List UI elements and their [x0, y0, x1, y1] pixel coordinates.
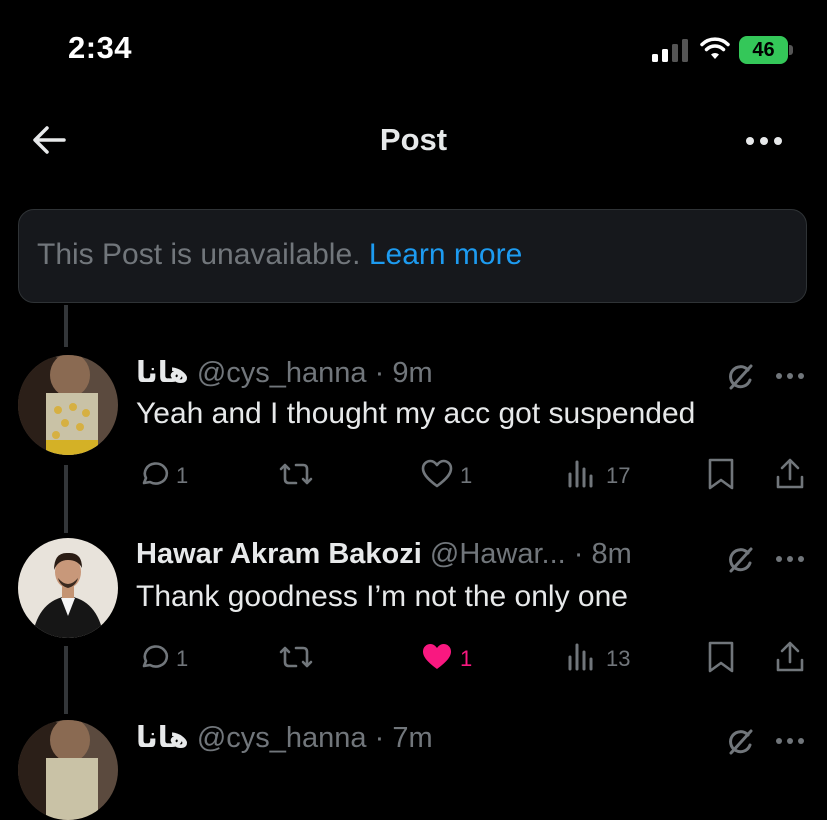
- views-icon: [568, 460, 593, 488]
- battery-level: 46: [739, 36, 788, 64]
- avatar[interactable]: [18, 355, 118, 455]
- tweet-text: Yeah and I thought my acc got suspended: [136, 397, 696, 430]
- views-icon: [568, 643, 593, 671]
- unavailable-notice-text: This Post is unavailable. Learn more: [37, 238, 522, 272]
- bookmark-icon: [708, 641, 734, 673]
- reply-tweet[interactable]: Hawar Akram Bakozi @Hawar... · 8m Thank …: [0, 538, 827, 718]
- grok-icon[interactable]: [724, 726, 756, 758]
- tweet-header: Hawar Akram Bakozi @Hawar... · 8m: [136, 538, 632, 571]
- repost-icon: [279, 463, 313, 485]
- unavailable-message: This Post is unavailable.: [37, 238, 361, 271]
- tweet-text: Thank goodness I’m not the only one: [136, 580, 628, 613]
- top-nav: Post: [0, 100, 827, 180]
- more-options-icon[interactable]: [744, 124, 784, 158]
- status-time: 2:34: [68, 30, 133, 65]
- username[interactable]: @cys_hanna: [197, 357, 367, 389]
- reply-count: 1: [176, 463, 189, 488]
- reply-icon: [142, 462, 169, 485]
- cellular-signal-icon: [652, 38, 692, 62]
- tweet-actions: 1 1 13: [0, 640, 827, 674]
- avatar[interactable]: [18, 720, 118, 820]
- separator-dot: ·: [366, 357, 393, 389]
- page-title: Post: [379, 122, 448, 157]
- like-count: 1: [460, 646, 473, 671]
- separator-dot: ·: [366, 722, 393, 754]
- like-count: 1: [460, 463, 473, 488]
- tweet-more-icon[interactable]: [774, 734, 806, 748]
- reply-icon: [142, 645, 169, 668]
- avatar[interactable]: [18, 538, 118, 638]
- tweet-header: هانا @cys_hanna · 7m: [136, 720, 433, 755]
- username[interactable]: @cys_hanna: [197, 722, 367, 754]
- timestamp: 7m: [392, 722, 433, 754]
- reply-tweet[interactable]: هانا @cys_hanna · 9m Yeah and I thought …: [0, 355, 827, 535]
- share-icon: [776, 641, 804, 672]
- repost-icon: [279, 646, 313, 668]
- wifi-icon: [700, 37, 730, 61]
- reply-tweet[interactable]: هانا @cys_hanna · 7m: [0, 720, 827, 820]
- display-name[interactable]: هانا: [136, 357, 189, 389]
- status-bar: 2:34 46: [0, 0, 827, 100]
- learn-more-link[interactable]: Learn more: [369, 238, 522, 271]
- heart-filled-icon: [423, 644, 451, 669]
- tweet-more-icon[interactable]: [774, 552, 806, 566]
- timestamp: 9m: [392, 357, 433, 389]
- tweet-header: هانا @cys_hanna · 9m: [136, 355, 433, 390]
- battery-cap: [789, 45, 793, 55]
- view-count: 17: [606, 463, 631, 488]
- bookmark-icon: [708, 458, 734, 490]
- grok-icon[interactable]: [724, 361, 756, 393]
- tweet-more-icon[interactable]: [774, 369, 806, 383]
- heart-icon: [421, 459, 453, 488]
- timestamp: 8m: [591, 538, 632, 570]
- view-count: 13: [606, 646, 631, 671]
- thread-line: [64, 305, 68, 347]
- grok-icon[interactable]: [724, 544, 756, 576]
- display-name[interactable]: Hawar Akram Bakozi: [136, 538, 422, 570]
- share-icon: [776, 458, 804, 489]
- display-name[interactable]: هانا: [136, 722, 189, 754]
- battery-icon: 46: [739, 36, 793, 64]
- username[interactable]: @Hawar...: [430, 538, 566, 570]
- tweet-actions: 1 1 17: [0, 457, 827, 491]
- separator-dot: ·: [565, 538, 592, 570]
- unavailable-post-notice: This Post is unavailable. Learn more: [18, 209, 807, 303]
- reply-count: 1: [176, 646, 189, 671]
